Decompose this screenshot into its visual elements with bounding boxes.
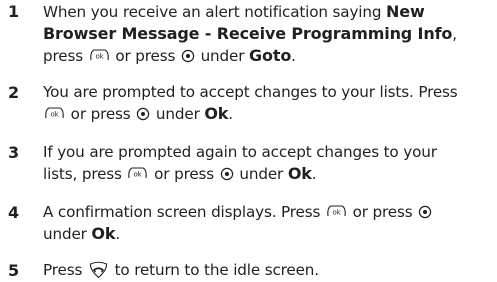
emphasis-text: Ok xyxy=(204,104,229,123)
ok-key-icon: ok xyxy=(327,205,346,217)
emphasis-text: New xyxy=(386,2,425,21)
step-number: 2 xyxy=(8,83,20,102)
end-call-key-icon xyxy=(89,261,107,279)
navigation-key-icon xyxy=(419,205,432,219)
emphasis-text: Browser Message - Receive Programming In… xyxy=(43,24,453,43)
navigation-key-icon xyxy=(137,107,150,121)
svg-text:ok: ok xyxy=(50,111,59,119)
ok-key-icon: ok xyxy=(45,107,64,119)
emphasis-text: Ok xyxy=(91,224,116,243)
step-text: A confirmation screen displays. Press ok… xyxy=(43,202,495,245)
step-text: You are prompted to accept changes to yo… xyxy=(43,83,458,123)
step-number: 3 xyxy=(8,143,20,162)
emphasis-text: Ok xyxy=(287,164,312,183)
emphasis-text: Goto xyxy=(249,46,292,65)
step-number: 5 xyxy=(8,261,20,280)
navigation-key-icon xyxy=(220,167,233,181)
svg-text:ok: ok xyxy=(134,171,143,179)
step-text: When you receive an alert notification s… xyxy=(43,2,457,65)
ok-key-icon: ok xyxy=(128,167,148,179)
step-number: 1 xyxy=(8,2,20,21)
ok-key-icon: ok xyxy=(89,49,109,61)
step-number: 4 xyxy=(8,203,20,222)
step-text: Press to return to the idle screen. xyxy=(43,261,319,279)
step-text: If you are prompted again to accept chan… xyxy=(43,143,437,183)
svg-text:ok: ok xyxy=(95,53,104,61)
svg-text:ok: ok xyxy=(332,209,341,217)
navigation-key-icon xyxy=(181,49,195,63)
